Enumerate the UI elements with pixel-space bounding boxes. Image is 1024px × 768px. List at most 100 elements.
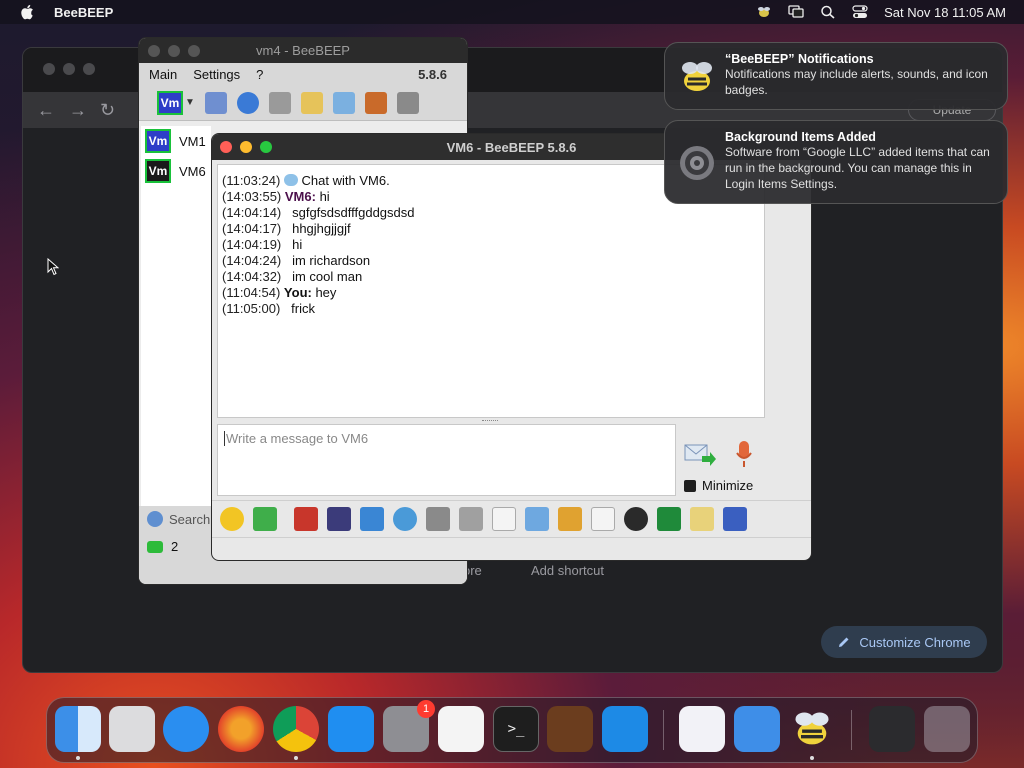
chat-bubble-icon [283, 174, 298, 186]
user-search[interactable]: Search [147, 511, 210, 527]
launchpad-icon[interactable] [109, 706, 155, 752]
background-items-notification[interactable]: Background Items Added Software from “Go… [664, 120, 1008, 204]
online-count: 2 [171, 539, 179, 554]
microphone-icon[interactable] [735, 440, 753, 470]
emoticon-icon[interactable] [220, 506, 244, 531]
chat-message: (11:05:00) frick [222, 301, 315, 316]
minimize-button[interactable] [240, 141, 252, 153]
spotlight-icon[interactable] [820, 5, 836, 19]
dropdown-arrow-icon[interactable]: ▼ [185, 97, 195, 108]
garageband-icon[interactable] [547, 706, 593, 752]
finder-icon[interactable] [55, 706, 101, 752]
splitter-handle[interactable] [482, 420, 498, 422]
html-code-icon[interactable] [591, 506, 615, 531]
back-arrow-icon[interactable]: ← [37, 100, 55, 121]
network-icon[interactable] [236, 91, 259, 114]
font-icon[interactable] [294, 506, 318, 531]
file-share-icon[interactable] [364, 91, 387, 114]
safari-icon[interactable] [163, 706, 209, 752]
vm4-minimize-dot[interactable] [168, 45, 180, 57]
user-name: VM1 [179, 133, 206, 149]
add-shortcut-link[interactable]: Add shortcut [531, 563, 604, 578]
customize-chrome-button[interactable]: Customize Chrome [821, 626, 987, 658]
active-app-name[interactable]: BeeBEEP [54, 5, 113, 20]
chrome-zoom-dot[interactable] [83, 63, 95, 75]
menu-settings[interactable]: Settings [193, 67, 240, 82]
vm4-title-bar[interactable]: vm4 - BeeBEEP [139, 38, 467, 63]
firefox-icon[interactable] [218, 706, 264, 752]
beebeep-tray-icon[interactable] [756, 5, 772, 19]
chrome-running-indicator [294, 756, 298, 760]
apple-icon[interactable] [20, 4, 34, 20]
trash-icon[interactable] [924, 706, 970, 752]
terminal-app-icon[interactable]: >_ [493, 706, 539, 752]
chrome-icon[interactable] [273, 706, 319, 752]
beebeep-notification[interactable]: “BeeBEEP” Notifications Notifications ma… [664, 42, 1008, 110]
message-input[interactable]: Write a message to VM6 [217, 424, 676, 496]
textedit-icon[interactable] [438, 706, 484, 752]
status-profile-icon[interactable]: Vm [157, 90, 183, 115]
vm4-close-dot[interactable] [148, 45, 160, 57]
plugins-icon[interactable] [332, 91, 355, 114]
pencil-icon [839, 637, 849, 647]
spell-check-icon[interactable] [426, 506, 450, 531]
vm6-window-title: VM6 - BeeBEEP 5.8.6 [446, 139, 577, 155]
settings-gear-icon[interactable] [393, 506, 417, 531]
word-completer-icon[interactable] [459, 506, 483, 531]
send-message-icon[interactable] [684, 442, 716, 468]
reload-icon[interactable]: ↻ [100, 100, 115, 121]
user-avatar: Vm [145, 159, 171, 183]
screen-mirroring-icon[interactable] [788, 5, 804, 19]
menu-help[interactable]: ? [256, 67, 263, 82]
share-icon[interactable] [558, 506, 582, 531]
close-button[interactable] [220, 141, 232, 153]
dock-separator [851, 710, 852, 750]
system-settings-icon[interactable]: 1 [383, 700, 435, 752]
online-status: 2 [147, 539, 178, 554]
write-note-icon[interactable] [300, 91, 323, 114]
version-label: 5.8.6 [418, 66, 447, 82]
chrome-minimize-dot[interactable] [63, 63, 75, 75]
minimize-label: Minimize [702, 478, 754, 493]
message-sender: You: [283, 285, 312, 300]
dock-separator [663, 710, 664, 750]
zoom-button[interactable] [260, 141, 272, 153]
screenshot-icon[interactable] [624, 506, 648, 531]
vscode-icon[interactable] [602, 706, 648, 752]
user-item-vm1[interactable]: Vm VM1 [141, 126, 211, 156]
terminal-icon[interactable] [657, 506, 681, 531]
font-color-icon[interactable] [327, 506, 351, 531]
visual-studio-icon[interactable] [679, 706, 725, 752]
filter-icon[interactable] [360, 506, 384, 531]
detach-window-icon[interactable] [723, 506, 747, 531]
chrome-close-dot[interactable] [43, 63, 55, 75]
bin-icon[interactable] [396, 91, 419, 114]
save-chat-icon[interactable] [525, 506, 549, 531]
send-file-icon[interactable] [492, 506, 516, 531]
menu-main[interactable]: Main [149, 67, 177, 82]
notification-title: Background Items Added [725, 130, 876, 144]
mail-icon[interactable] [253, 506, 277, 531]
notes-icon[interactable] [690, 506, 714, 531]
user-list: Vm VM1 Vm VM6 [141, 126, 211, 506]
mouse-cursor-icon [47, 258, 59, 276]
search-input[interactable]: Search [169, 512, 210, 527]
beebeep-bee-icon [682, 62, 712, 91]
beebeep-dock-icon[interactable] [789, 706, 835, 752]
app-store-icon[interactable] [328, 706, 374, 752]
control-center-icon[interactable] [852, 5, 868, 19]
system-settings-gear-icon [680, 146, 714, 180]
home-icon[interactable] [268, 91, 291, 114]
minimize-toggle[interactable]: Minimize [684, 478, 753, 493]
chat-message: (14:04:17) hhgjhgjjgjf [222, 221, 351, 236]
edit-profile-icon[interactable] [204, 91, 227, 114]
menubar-clock[interactable]: Sat Nov 18 11:05 AM [884, 5, 1006, 20]
notification-body: Notifications may include alerts, sounds… [725, 67, 988, 97]
forward-arrow-icon[interactable]: → [69, 100, 87, 121]
screenshot-app-icon[interactable] [869, 706, 915, 752]
user-item-vm6[interactable]: Vm VM6 [141, 156, 211, 186]
weather-icon[interactable] [734, 706, 780, 752]
vm4-zoom-dot[interactable] [188, 45, 200, 57]
minimize-checkbox[interactable] [684, 479, 696, 492]
chat-message: (14:04:14) sgfgfsdsdfffgddgsdsd [222, 205, 415, 220]
